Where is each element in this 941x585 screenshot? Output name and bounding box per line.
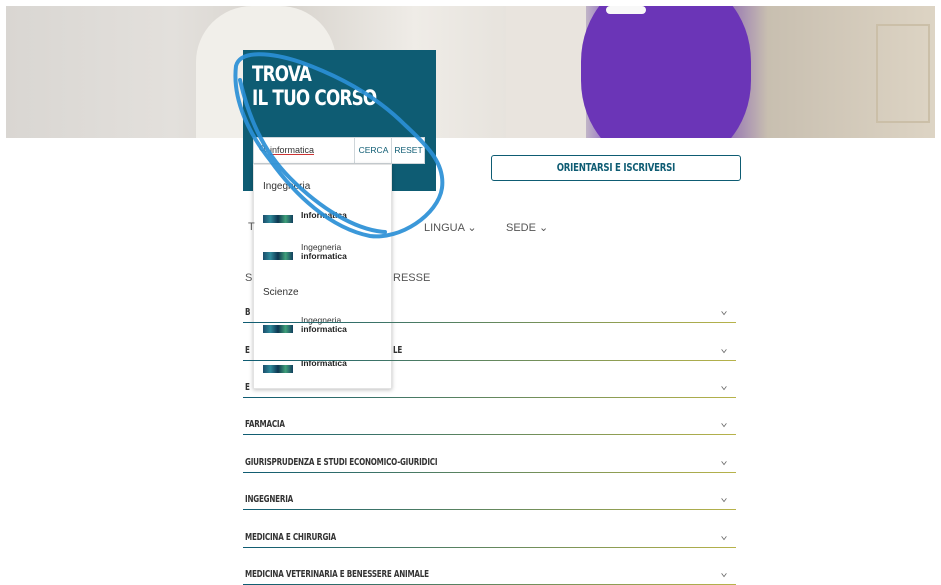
area-row-medicina-chirurgia[interactable]: MEDICINA E CHIRURGIA	[243, 525, 736, 548]
area-row-label: GIURISPRUDENZA E STUDI ECONOMICO-GIURIDI…	[245, 457, 438, 468]
area-row-label: MEDICINA VETERINARIA E BENESSERE ANIMALE	[245, 569, 429, 580]
chevron-down-icon	[721, 461, 727, 466]
suggestion-thumbnail	[263, 252, 293, 260]
suggestion-group-scienze: Scienze	[263, 287, 299, 298]
area-row[interactable]: E LE	[243, 338, 736, 361]
hero-bracelet	[606, 6, 646, 14]
section-label-fragment: S	[245, 272, 253, 284]
search-icon	[259, 145, 267, 153]
area-row-ingegneria[interactable]: INGEGNERIA	[243, 487, 736, 510]
search-button[interactable]: CERCA	[354, 138, 392, 163]
area-row[interactable]: E	[243, 375, 736, 398]
suggestion-item[interactable]: Informatica	[263, 207, 388, 233]
area-row-label-tail: LE	[393, 345, 403, 356]
filter-lingua[interactable]: LINGUA ⌄	[424, 221, 477, 234]
area-row-label: E	[245, 382, 250, 393]
search-input[interactable]: informatica	[270, 145, 314, 155]
hero-shirt-shape	[581, 6, 751, 138]
area-row-label: FARMACIA	[245, 419, 285, 430]
chevron-down-icon	[721, 573, 727, 578]
area-row-label: E	[245, 345, 250, 356]
area-row[interactable]: B	[243, 300, 736, 323]
area-row-label: B	[245, 307, 251, 318]
area-row-farmacia[interactable]: FARMACIA	[243, 412, 736, 435]
panel-title-line1: TROVA	[252, 62, 312, 86]
chevron-down-icon	[721, 349, 727, 354]
orientarsi-iscriversi-button[interactable]: ORIENTARSI E ISCRIVERSI	[491, 155, 741, 181]
suggestion-label: Informatica	[301, 210, 347, 220]
panel-title-line2: IL TUO CORSO	[252, 86, 377, 110]
reset-button[interactable]: RESET	[391, 138, 425, 163]
filter-fragment: T	[248, 221, 255, 233]
chevron-down-icon	[721, 386, 727, 391]
suggestion-thumbnail	[263, 215, 293, 223]
suggestion-label: Ingegneria informatica	[301, 242, 347, 261]
hero-window-frame	[876, 24, 930, 123]
hero-image	[6, 6, 935, 138]
area-row-label: MEDICINA E CHIRURGIA	[245, 532, 337, 543]
suggestion-item[interactable]: Ingegneria informatica	[263, 242, 388, 268]
suggestion-thumbnail	[263, 365, 293, 373]
chevron-down-icon	[721, 498, 727, 503]
suggestion-group-ingegneria: Ingegneria	[263, 181, 311, 192]
area-row-label: INGEGNERIA	[245, 494, 294, 505]
chevron-down-icon	[721, 536, 727, 541]
chevron-down-icon	[721, 311, 727, 316]
suggestion-thumbnail	[263, 325, 293, 333]
area-row-giurisprudenza[interactable]: GIURISPRUDENZA E STUDI ECONOMICO-GIURIDI…	[243, 450, 736, 473]
filter-sede[interactable]: SEDE ⌄	[506, 221, 548, 234]
hero-arm-shape	[506, 6, 586, 138]
search-box: informatica CERCA RESET	[253, 137, 425, 164]
panel-title: TROVA IL TUO CORSO	[252, 62, 377, 110]
section-label-fragment: RESSE	[393, 272, 431, 284]
chevron-down-icon	[721, 423, 727, 428]
